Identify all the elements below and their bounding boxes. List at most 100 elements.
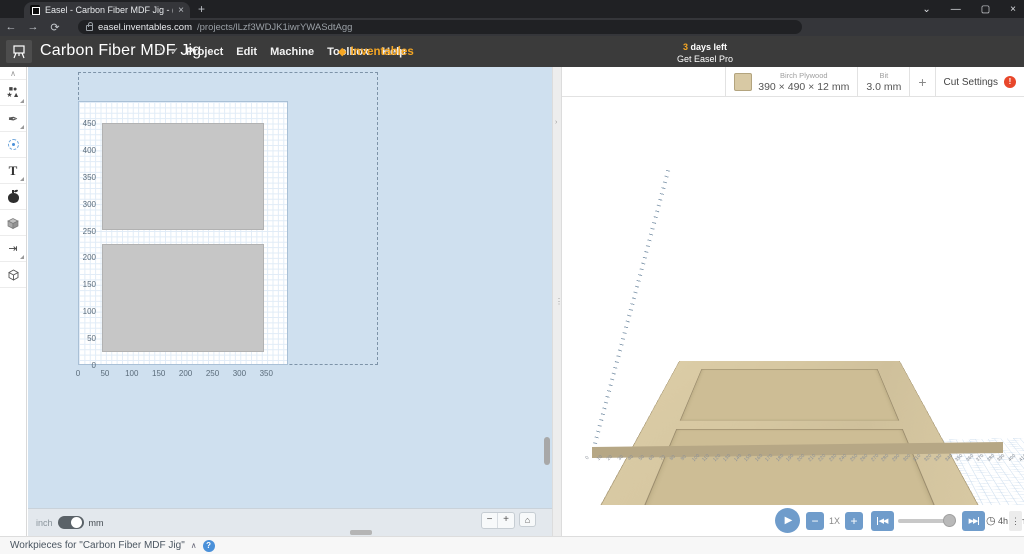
shapes-tool[interactable]: ■● ★▲ (0, 80, 26, 106)
speed-decrease-button[interactable]: − (806, 512, 824, 530)
browser-navbar: ← → ⟳ easel.inventables.com/projects/lLz… (0, 18, 1024, 52)
preview-scene-3d[interactable]: 0 10 20 30 40 50 60 70 80 90 100 110 120 130 140 150 160… (562, 97, 1024, 505)
pen-icon: ✒ (7, 111, 19, 126)
import-icon: ⇥ (8, 243, 18, 255)
add-bit-button[interactable]: + (909, 67, 934, 97)
inventables-brand[interactable]: ◆ Inventables (338, 45, 414, 59)
import-tool[interactable]: ⇥ (0, 236, 26, 262)
units-toggle[interactable] (57, 516, 84, 529)
window-close-icon[interactable]: × (1010, 4, 1016, 15)
preview-ruler-tick: 330 (933, 452, 944, 464)
url-path: /projects/lLzf3WDJK1iwrYWASdtAgg (197, 21, 353, 33)
pocket-cut (638, 429, 941, 505)
favorite-star-icon[interactable]: ☆ (156, 45, 166, 58)
workpiece-board-3d (583, 360, 996, 505)
pen-tool[interactable]: ✒ (0, 106, 26, 132)
preview-3d-tool[interactable] (0, 262, 26, 288)
zoom-home-button[interactable]: ⌂ (519, 512, 536, 527)
preview-ruler-tick: 290 (891, 452, 902, 464)
simulation-menu-button[interactable]: ⋮ (1009, 511, 1022, 531)
preview-ruler-tick: 390 (996, 452, 1007, 464)
design-canvas-2d[interactable]: 0 50 100 150 200 250 300 350 400 450 0 50 100 150 200… (28, 67, 552, 536)
easel-header: Carbon Fiber MDF Jig ☆ ✓ Project Edit Ma… (0, 36, 1024, 101)
panel-divider[interactable]: › ⋮ (552, 67, 563, 536)
origin-target-icon (7, 139, 19, 150)
skip-forward-icon: ▶▶ (968, 517, 980, 525)
preview-ruler-tick: 90 (679, 453, 688, 463)
bit-value: 3.0 mm (866, 81, 902, 93)
material-selector[interactable]: Birch Plywood 390 × 490 × 12 mm (725, 67, 857, 97)
preview-ruler-tick: 180 (774, 452, 786, 464)
apps-tool[interactable] (0, 184, 26, 210)
x-axis-tick: 350 (259, 369, 273, 378)
text-tool[interactable]: T (0, 158, 26, 184)
units-mm-label[interactable]: mm (89, 518, 104, 528)
canvas-bottom-bar: inch mm − + ⌂ (28, 508, 552, 536)
preview-ruler-tick: 140 (732, 452, 743, 464)
tab-close-icon[interactable]: × (178, 5, 184, 16)
cut-settings-button[interactable]: Cut Settings ! (934, 67, 1024, 97)
set-origin-tool[interactable] (0, 132, 26, 158)
back-icon[interactable]: ← (0, 21, 22, 33)
zoom-out-button[interactable]: − (482, 513, 498, 528)
refresh-icon[interactable]: ⟳ (44, 21, 66, 34)
menu-machine[interactable]: Machine (270, 46, 314, 58)
units-inch-label[interactable]: inch (36, 518, 53, 528)
menu-project[interactable]: Project (186, 46, 223, 58)
get-easel-pro-link[interactable]: Get Easel Pro (676, 54, 734, 64)
preview-ruler-tick: 310 (912, 452, 923, 464)
simulation-slider-handle[interactable] (942, 514, 956, 527)
zoom-in-button[interactable]: + (498, 513, 514, 528)
preview-ruler-tick: 30 (616, 453, 625, 463)
preview-ruler-tick: 410 (1017, 452, 1024, 464)
lock-icon (86, 22, 93, 31)
preview-ruler-tick: 160 (753, 452, 765, 464)
simulation-slider[interactable] (898, 514, 956, 527)
horizontal-scrollbar[interactable] (350, 530, 372, 535)
preview-ruler-tick: 320 (922, 452, 933, 464)
forward-icon[interactable]: → (22, 21, 44, 33)
x-axis-tick: 250 (205, 369, 220, 378)
help-icon[interactable]: ? (202, 539, 215, 552)
design-toolbar: ∧ ■● ★▲ ✒ T ⇥ (0, 67, 27, 536)
bit-selector[interactable]: Bit 3.0 mm (857, 67, 909, 97)
preview-ruler-tick: 340 (943, 452, 954, 464)
caret-up-icon[interactable]: ∧ (191, 541, 197, 550)
easel-logo[interactable] (6, 40, 32, 63)
canvas-vertical-scrollbar[interactable] (544, 437, 550, 465)
box-icon (7, 217, 19, 229)
x-axis-tick: 150 (152, 369, 166, 378)
canvas-zoom-controls: − + (481, 512, 515, 529)
material-tool[interactable] (0, 210, 26, 236)
preview-ruler-tick: 280 (880, 452, 891, 464)
workpieces-status-bar[interactable]: Workpieces for "Carbon Fiber MDF Jig" ∧ … (0, 536, 1024, 554)
preview-ruler-tick: 380 (985, 452, 997, 464)
speed-increase-button[interactable]: + (845, 512, 863, 530)
cut-settings-alert-icon: ! (1004, 76, 1016, 88)
new-tab-button[interactable]: + (198, 2, 205, 16)
units-toggle-knob (70, 517, 82, 528)
divider-chevron-icon[interactable]: › (555, 119, 557, 126)
cube-icon (7, 268, 19, 281)
easel-favicon (30, 5, 40, 15)
x-axis-tick: 100 (125, 369, 139, 378)
address-bar[interactable]: easel.inventables.com/projects/lLzf3WDJK… (78, 20, 802, 34)
collapse-toolbar-button[interactable]: ∧ (0, 67, 26, 80)
material-settings-bar: Birch Plywood 390 × 490 × 12 mm Bit 3.0 … (562, 67, 1024, 97)
material-dimensions: 390 × 490 × 12 mm (758, 81, 850, 93)
material-name: Birch Plywood (780, 71, 828, 80)
play-simulation-button[interactable]: ▶ (775, 508, 800, 533)
x-axis-tick: 50 (100, 369, 110, 378)
skip-to-end-button[interactable]: ▶▶ (962, 511, 985, 531)
preview-ruler-tick: 350 (954, 452, 965, 464)
preview-ruler-tick: 270 (869, 452, 881, 464)
window-minimize-icon[interactable]: — (951, 4, 961, 15)
preview-ruler-tick: 80 (669, 453, 678, 463)
skip-to-start-button[interactable]: ◀◀ (871, 511, 894, 531)
x-axis-tick: 0 (75, 369, 81, 378)
trial-banner[interactable]: 3 days left Get Easel Pro (676, 42, 734, 64)
window-menu-icon[interactable]: ⌄ (922, 4, 930, 15)
window-maximize-icon[interactable]: ▢ (981, 4, 990, 15)
menu-edit[interactable]: Edit (236, 46, 257, 58)
browser-tab[interactable]: Easel - Carbon Fiber MDF Jig - (C × (24, 2, 190, 18)
